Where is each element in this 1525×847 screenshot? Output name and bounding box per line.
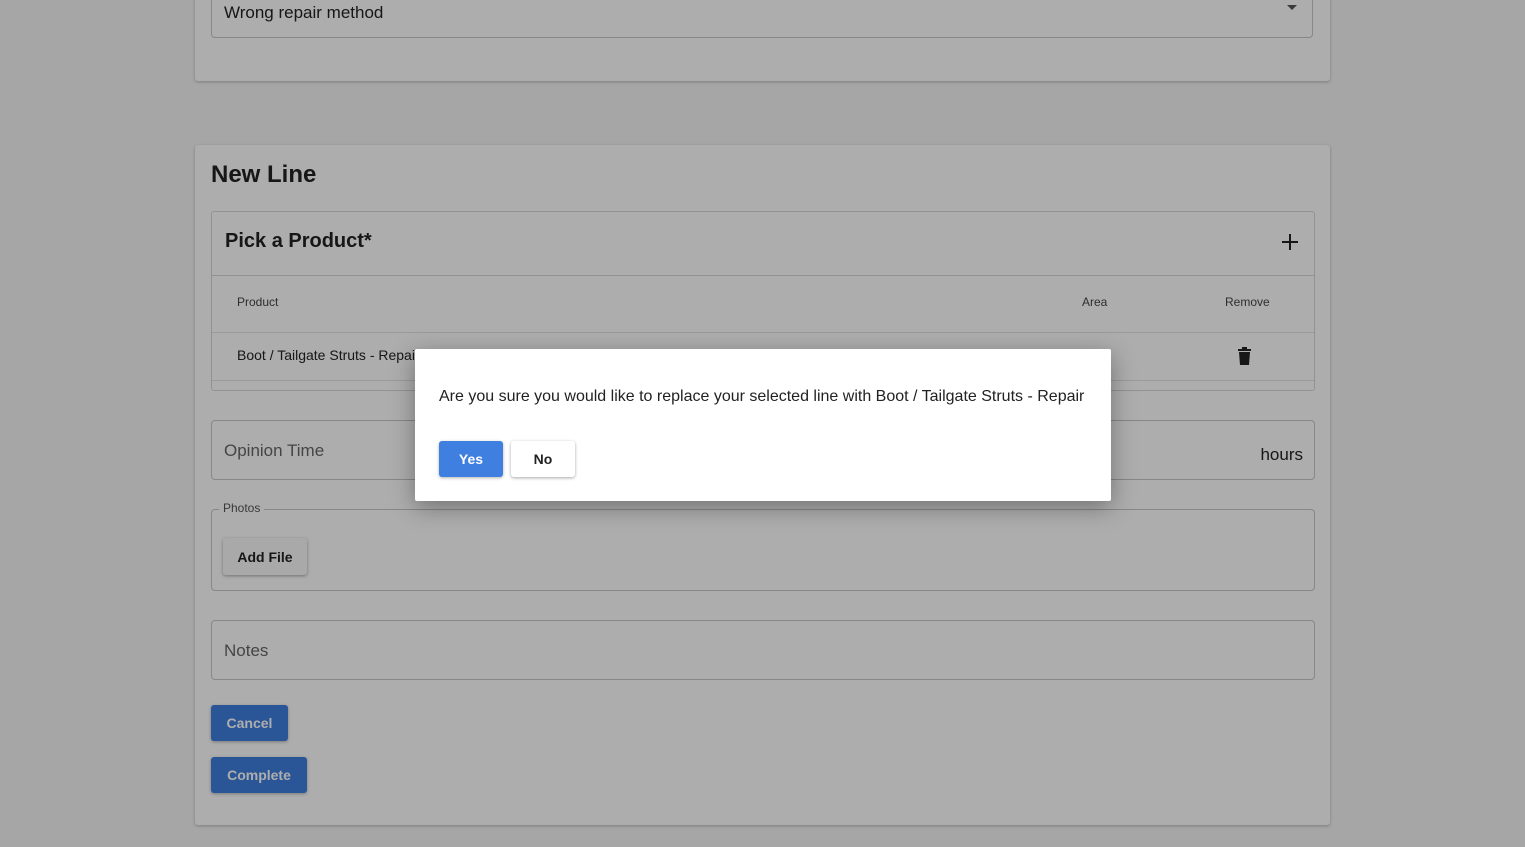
page: Wrong repair method New Line Pick a Prod… xyxy=(0,0,1525,847)
yes-button[interactable]: Yes xyxy=(439,441,503,477)
no-button[interactable]: No xyxy=(511,441,575,477)
confirm-dialog: Are you sure you would like to replace y… xyxy=(415,349,1111,501)
dialog-message: Are you sure you would like to replace y… xyxy=(439,388,1085,405)
